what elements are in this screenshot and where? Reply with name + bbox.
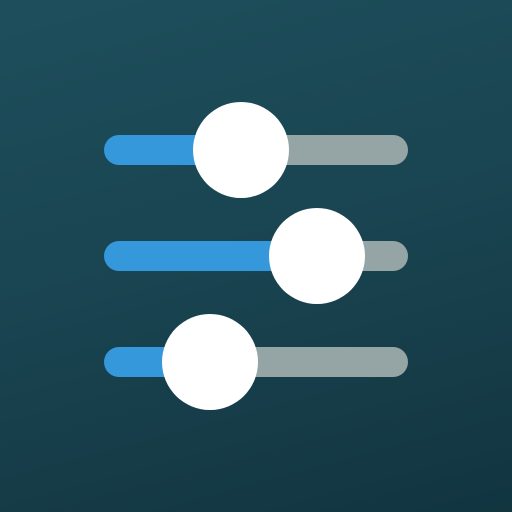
slider-1 bbox=[104, 102, 408, 198]
slider-knob bbox=[162, 314, 259, 410]
sliders-icon bbox=[0, 0, 512, 512]
slider-3 bbox=[104, 314, 408, 410]
slider-knob bbox=[192, 102, 289, 198]
slider-2 bbox=[104, 208, 408, 304]
slider-knob bbox=[268, 208, 365, 304]
